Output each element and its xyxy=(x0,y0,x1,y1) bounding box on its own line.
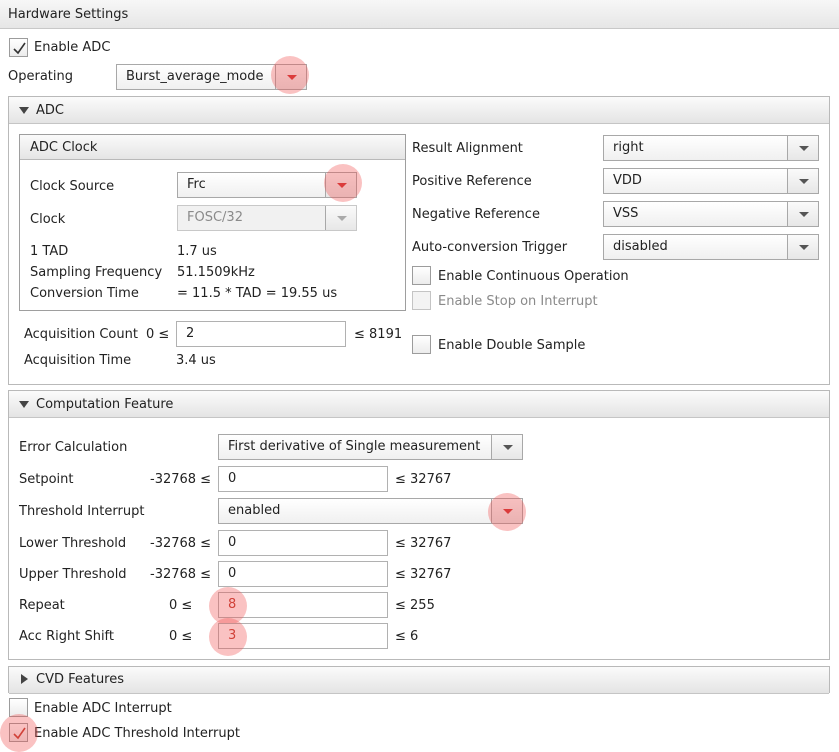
window-title: Hardware Settings xyxy=(8,7,129,22)
clock-select[interactable]: FOSC/32 xyxy=(177,205,357,231)
upper-threshold-label: Upper Threshold xyxy=(19,567,127,582)
auto-conversion-trigger-dropdown-button[interactable] xyxy=(787,235,818,259)
negative-reference-select[interactable]: VSS xyxy=(603,201,819,227)
acquisition-time-label: Acquisition Time xyxy=(24,353,132,368)
setpoint-input[interactable]: 0 xyxy=(218,466,388,492)
lower-threshold-max: ≤ 32767 xyxy=(395,536,452,551)
auto-conversion-trigger-select[interactable]: disabled xyxy=(603,234,819,260)
setpoint-max: ≤ 32767 xyxy=(395,472,452,487)
acquisition-count-value: 2 xyxy=(186,326,195,341)
cvd-panel-header[interactable] xyxy=(9,667,829,694)
setpoint-min: -32768 ≤ xyxy=(150,472,212,487)
chevron-down-icon xyxy=(503,445,513,450)
adc-panel-header[interactable] xyxy=(9,97,829,124)
acquisition-count-min: 0 ≤ xyxy=(146,327,170,342)
operating-label: Operating xyxy=(8,69,73,84)
triangle-right-icon[interactable] xyxy=(21,674,28,684)
double-sample-checkbox[interactable] xyxy=(412,335,431,354)
negative-reference-value: VSS xyxy=(613,206,639,221)
chevron-down-icon xyxy=(799,212,809,217)
computation-panel-title: Computation Feature xyxy=(36,397,174,412)
sampling-frequency-value: 51.1509kHz xyxy=(177,265,255,280)
lower-threshold-label: Lower Threshold xyxy=(19,536,127,551)
positive-reference-select[interactable]: VDD xyxy=(603,168,819,194)
lower-threshold-input[interactable]: 0 xyxy=(218,530,388,556)
adc-interrupt-label: Enable ADC Interrupt xyxy=(34,701,172,716)
enable-adc-label: Enable ADC xyxy=(34,40,111,55)
click-highlight xyxy=(324,164,362,202)
triangle-down-icon[interactable] xyxy=(19,107,29,114)
lower-threshold-min: -32768 ≤ xyxy=(150,536,212,551)
cvd-panel-title: CVD Features xyxy=(36,672,125,687)
threshold-interrupt-value: enabled xyxy=(228,503,281,518)
continuous-operation-label: Enable Continuous Operation xyxy=(438,269,629,284)
stop-on-interrupt-checkbox[interactable] xyxy=(412,291,431,310)
chevron-down-icon xyxy=(337,216,347,221)
repeat-label: Repeat xyxy=(19,598,65,613)
chevron-down-icon xyxy=(799,245,809,250)
positive-reference-dropdown-button[interactable] xyxy=(787,169,818,193)
lower-threshold-value: 0 xyxy=(228,535,237,550)
conversion-time-value: = 11.5 * TAD = 19.55 us xyxy=(177,286,338,301)
click-highlight xyxy=(209,618,247,656)
adc-panel-title: ADC xyxy=(36,103,64,118)
clock-label: Clock xyxy=(30,212,66,227)
error-calculation-value: First derivative of Single measurement xyxy=(228,439,481,454)
chevron-down-icon xyxy=(799,179,809,184)
result-alignment-value: right xyxy=(613,140,644,155)
adc-threshold-interrupt-label: Enable ADC Threshold Interrupt xyxy=(34,726,240,741)
threshold-interrupt-select[interactable]: enabled xyxy=(218,498,523,524)
enable-adc-checkbox[interactable] xyxy=(9,38,28,57)
error-calculation-label: Error Calculation xyxy=(19,440,128,455)
negative-reference-dropdown-button[interactable] xyxy=(787,202,818,226)
upper-threshold-value: 0 xyxy=(228,566,237,581)
auto-conversion-trigger-label: Auto-conversion Trigger xyxy=(412,240,568,255)
upper-threshold-max: ≤ 32767 xyxy=(395,567,452,582)
click-highlight xyxy=(0,714,38,752)
error-calculation-dropdown-button[interactable] xyxy=(491,435,522,459)
clock-dropdown-button[interactable] xyxy=(325,206,356,230)
acquisition-count-max: ≤ 8191 xyxy=(354,327,403,342)
auto-conversion-trigger-value: disabled xyxy=(613,239,668,254)
positive-reference-value: VDD xyxy=(613,173,642,188)
result-alignment-label: Result Alignment xyxy=(412,141,523,156)
upper-threshold-min: -32768 ≤ xyxy=(150,567,212,582)
acc-right-shift-max: ≤ 6 xyxy=(395,629,419,644)
result-alignment-dropdown-button[interactable] xyxy=(787,136,818,160)
acquisition-count-input[interactable]: 2 xyxy=(176,321,346,347)
sampling-frequency-label: Sampling Frequency xyxy=(30,265,163,280)
clock-value: FOSC/32 xyxy=(187,210,243,225)
click-highlight xyxy=(271,56,309,94)
error-calculation-select[interactable]: First derivative of Single measurement xyxy=(218,434,523,460)
check-icon xyxy=(13,42,26,55)
repeat-max: ≤ 255 xyxy=(395,598,435,613)
setpoint-value: 0 xyxy=(228,471,237,486)
computation-panel xyxy=(8,390,830,660)
tad-label: 1 TAD xyxy=(30,244,69,259)
result-alignment-select[interactable]: right xyxy=(603,135,819,161)
threshold-interrupt-label: Threshold Interrupt xyxy=(19,504,145,519)
acc-right-shift-min: 0 ≤ xyxy=(169,629,193,644)
click-highlight xyxy=(488,493,526,531)
stop-on-interrupt-label: Enable Stop on Interrupt xyxy=(438,294,598,309)
continuous-operation-checkbox[interactable] xyxy=(412,266,431,285)
upper-threshold-input[interactable]: 0 xyxy=(218,561,388,587)
acquisition-count-label: Acquisition Count xyxy=(24,327,138,342)
tad-value: 1.7 us xyxy=(177,244,217,259)
triangle-down-icon[interactable] xyxy=(19,401,29,408)
acc-right-shift-label: Acc Right Shift xyxy=(19,629,115,644)
clock-source-value: Frc xyxy=(187,177,206,192)
chevron-down-icon xyxy=(799,146,809,151)
repeat-min: 0 ≤ xyxy=(169,598,193,613)
negative-reference-label: Negative Reference xyxy=(412,207,540,222)
conversion-time-label: Conversion Time xyxy=(30,286,139,301)
setpoint-label: Setpoint xyxy=(19,472,74,487)
adc-clock-title: ADC Clock xyxy=(30,140,98,155)
operating-value: Burst_average_mode xyxy=(126,69,264,84)
cvd-panel xyxy=(8,666,830,694)
clock-source-label: Clock Source xyxy=(30,179,115,194)
positive-reference-label: Positive Reference xyxy=(412,174,532,189)
double-sample-label: Enable Double Sample xyxy=(438,338,586,353)
acquisition-time-value: 3.4 us xyxy=(176,353,216,368)
